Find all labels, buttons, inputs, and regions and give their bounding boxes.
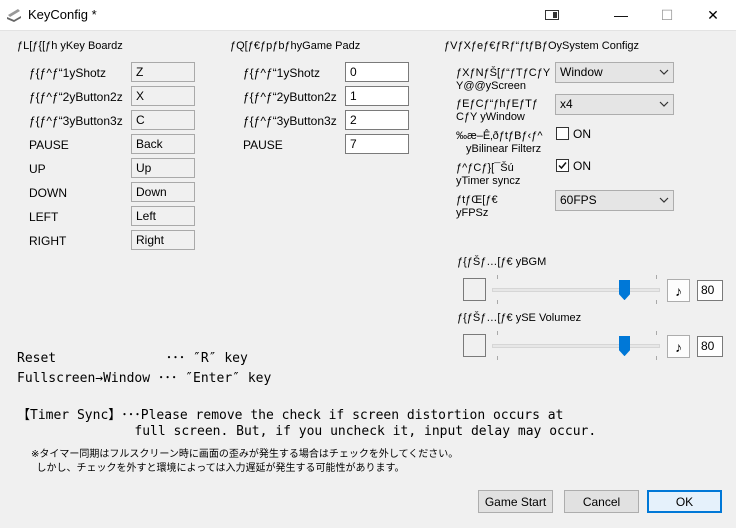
window-size-label-line1: ƒEƒCƒ“ƒhƒEƒTƒ — [456, 98, 538, 110]
kb-label-right: RIGHT — [29, 234, 67, 248]
screen-select-value: Window — [560, 65, 603, 79]
jp-note-line1: ※タイマー同期はフルスクリーン時に画面の歪みが発生する場合はチェックを外してくだ… — [31, 449, 459, 460]
title-bar: KeyConfig * — ☐ ✕ — [0, 0, 736, 30]
bilinear-on-label: ON — [573, 127, 591, 141]
bgm-volume-label: ƒ{ƒŠƒ…[ƒ€ yBGM — [457, 256, 547, 268]
game-start-button[interactable]: Game Start — [478, 490, 553, 513]
kb-field-button2[interactable]: X — [131, 86, 195, 106]
bgm-slider-thumb[interactable] — [618, 280, 630, 300]
kb-label-left: LEFT — [29, 210, 59, 224]
kb-field-button3[interactable]: C — [131, 110, 195, 130]
keyboard-heading: ƒL[ƒ{[ƒh yKey Boardz — [17, 40, 123, 52]
gp-field-button3[interactable]: 2 — [345, 110, 409, 130]
chevron-down-icon — [659, 69, 669, 75]
window-title: KeyConfig * — [28, 7, 97, 22]
minimize-icon: — — [614, 7, 628, 23]
se-slider-thumb[interactable] — [618, 336, 630, 356]
bgm-tick — [497, 300, 498, 304]
kb-field-up[interactable]: Up — [131, 158, 195, 178]
bilinear-checkbox[interactable] — [556, 127, 569, 140]
fullscreen-help-text: Fullscreen→Window ･･･ ″Enter″ key — [17, 371, 272, 386]
bgm-volume-value[interactable]: 80 — [697, 280, 723, 301]
fps-label-line1: ƒtƒŒ[ƒ€ — [456, 194, 498, 206]
screen-select[interactable]: Window — [555, 62, 674, 83]
minimize-button[interactable]: — — [598, 0, 644, 30]
kb-label-down: DOWN — [29, 186, 67, 200]
gp-field-shot[interactable]: 0 — [345, 62, 409, 82]
kb-field-shot[interactable]: Z — [131, 62, 195, 82]
bgm-tick — [497, 275, 498, 279]
checkmark-icon — [558, 162, 567, 170]
kb-label-button3: ƒ{ƒ^ƒ“3yButton3z — [29, 114, 123, 128]
fps-label-line2: yFPSz — [456, 207, 489, 219]
kb-field-pause[interactable]: Back — [131, 134, 195, 154]
bgm-play-button[interactable]: ♪ — [667, 279, 690, 302]
reset-help-text: Reset ･･･ ″R″ key — [17, 351, 248, 366]
gp-label-pause: PAUSE — [243, 138, 283, 152]
gp-label-button2: ƒ{ƒ^ƒ“2yButton2z — [243, 90, 337, 104]
gp-field-pause[interactable]: 7 — [345, 134, 409, 154]
kb-label-button2: ƒ{ƒ^ƒ“2yButton2z — [29, 90, 123, 104]
screen-label-line2: Y@@yScreen — [456, 80, 527, 92]
bgm-tick — [656, 275, 657, 279]
se-volume-value[interactable]: 80 — [697, 336, 723, 357]
jp-note-line2: しかし、チェックを外すと環境によっては入力遅延が発生する可能性があります。 — [31, 463, 405, 474]
gamepad-heading: ƒQ[ƒ€ƒpƒbƒhyGame Padz — [230, 40, 361, 52]
close-button[interactable]: ✕ — [690, 0, 736, 30]
se-play-button[interactable]: ♪ — [667, 335, 690, 358]
kb-field-left[interactable]: Left — [131, 206, 195, 226]
close-icon: ✕ — [707, 6, 719, 23]
se-tick — [497, 356, 498, 360]
bgm-slider-track[interactable] — [492, 288, 660, 292]
bilinear-label-line1: ‰æ–Ê‚ðƒtƒBƒ‹ƒ^ — [456, 130, 543, 142]
window-size-select-value: x4 — [560, 97, 573, 111]
kb-label-pause: PAUSE — [29, 138, 69, 152]
kb-field-right[interactable]: Right — [131, 230, 195, 250]
system-heading: ƒVƒXƒeƒ€ƒRƒ“ƒtƒBƒOySystem Configz — [444, 40, 640, 52]
kb-label-shot: ƒ{ƒ^ƒ“1yShotz — [29, 66, 107, 80]
gp-label-button3: ƒ{ƒ^ƒ“3yButton3z — [243, 114, 337, 128]
window-menu-icon[interactable] — [544, 7, 560, 23]
fps-select[interactable]: 60FPS — [555, 190, 674, 211]
timer-sync-checkbox[interactable] — [556, 159, 569, 172]
window-size-label-line2: CƒY yWindow — [456, 111, 525, 123]
kb-label-up: UP — [29, 162, 46, 176]
gp-field-button2[interactable]: 1 — [345, 86, 409, 106]
chevron-down-icon — [659, 197, 669, 203]
se-volume-label: ƒ{ƒŠƒ…[ƒ€ ySE Volumez — [457, 312, 582, 324]
kb-field-down[interactable]: Down — [131, 182, 195, 202]
bgm-tick — [656, 300, 657, 304]
cancel-button[interactable]: Cancel — [564, 490, 639, 513]
chevron-down-icon — [659, 101, 669, 107]
bilinear-label-line2: yBilinear Filterz — [466, 143, 542, 155]
se-tick — [656, 331, 657, 335]
app-icon — [7, 9, 21, 22]
maximize-icon: ☐ — [660, 6, 674, 23]
se-tick — [497, 331, 498, 335]
maximize-button[interactable]: ☐ — [644, 0, 690, 30]
music-note-icon: ♪ — [675, 282, 682, 299]
timer-label-line2: yTimer syncz — [456, 175, 521, 187]
window-size-select[interactable]: x4 — [555, 94, 674, 115]
screen-label-line1: ƒXƒNƒŠ[ƒ“ƒTƒCƒY — [456, 67, 551, 79]
timer-sync-help-line1: 【Timer Sync】･･･Please remove the check i… — [17, 408, 564, 423]
bgm-mute-box[interactable] — [463, 278, 486, 301]
timer-on-label: ON — [573, 159, 591, 173]
se-mute-box[interactable] — [463, 334, 486, 357]
timer-sync-help-line2: full screen. But, if you uncheck it, inp… — [17, 424, 597, 439]
se-tick — [656, 356, 657, 360]
se-slider-track[interactable] — [492, 344, 660, 348]
timer-label-line1: ƒ^ƒCƒ}[¯Šú — [456, 162, 514, 174]
fps-select-value: 60FPS — [560, 193, 597, 207]
ok-button[interactable]: OK — [647, 490, 722, 513]
music-note-icon: ♪ — [675, 338, 682, 355]
gp-label-shot: ƒ{ƒ^ƒ“1yShotz — [243, 66, 321, 80]
